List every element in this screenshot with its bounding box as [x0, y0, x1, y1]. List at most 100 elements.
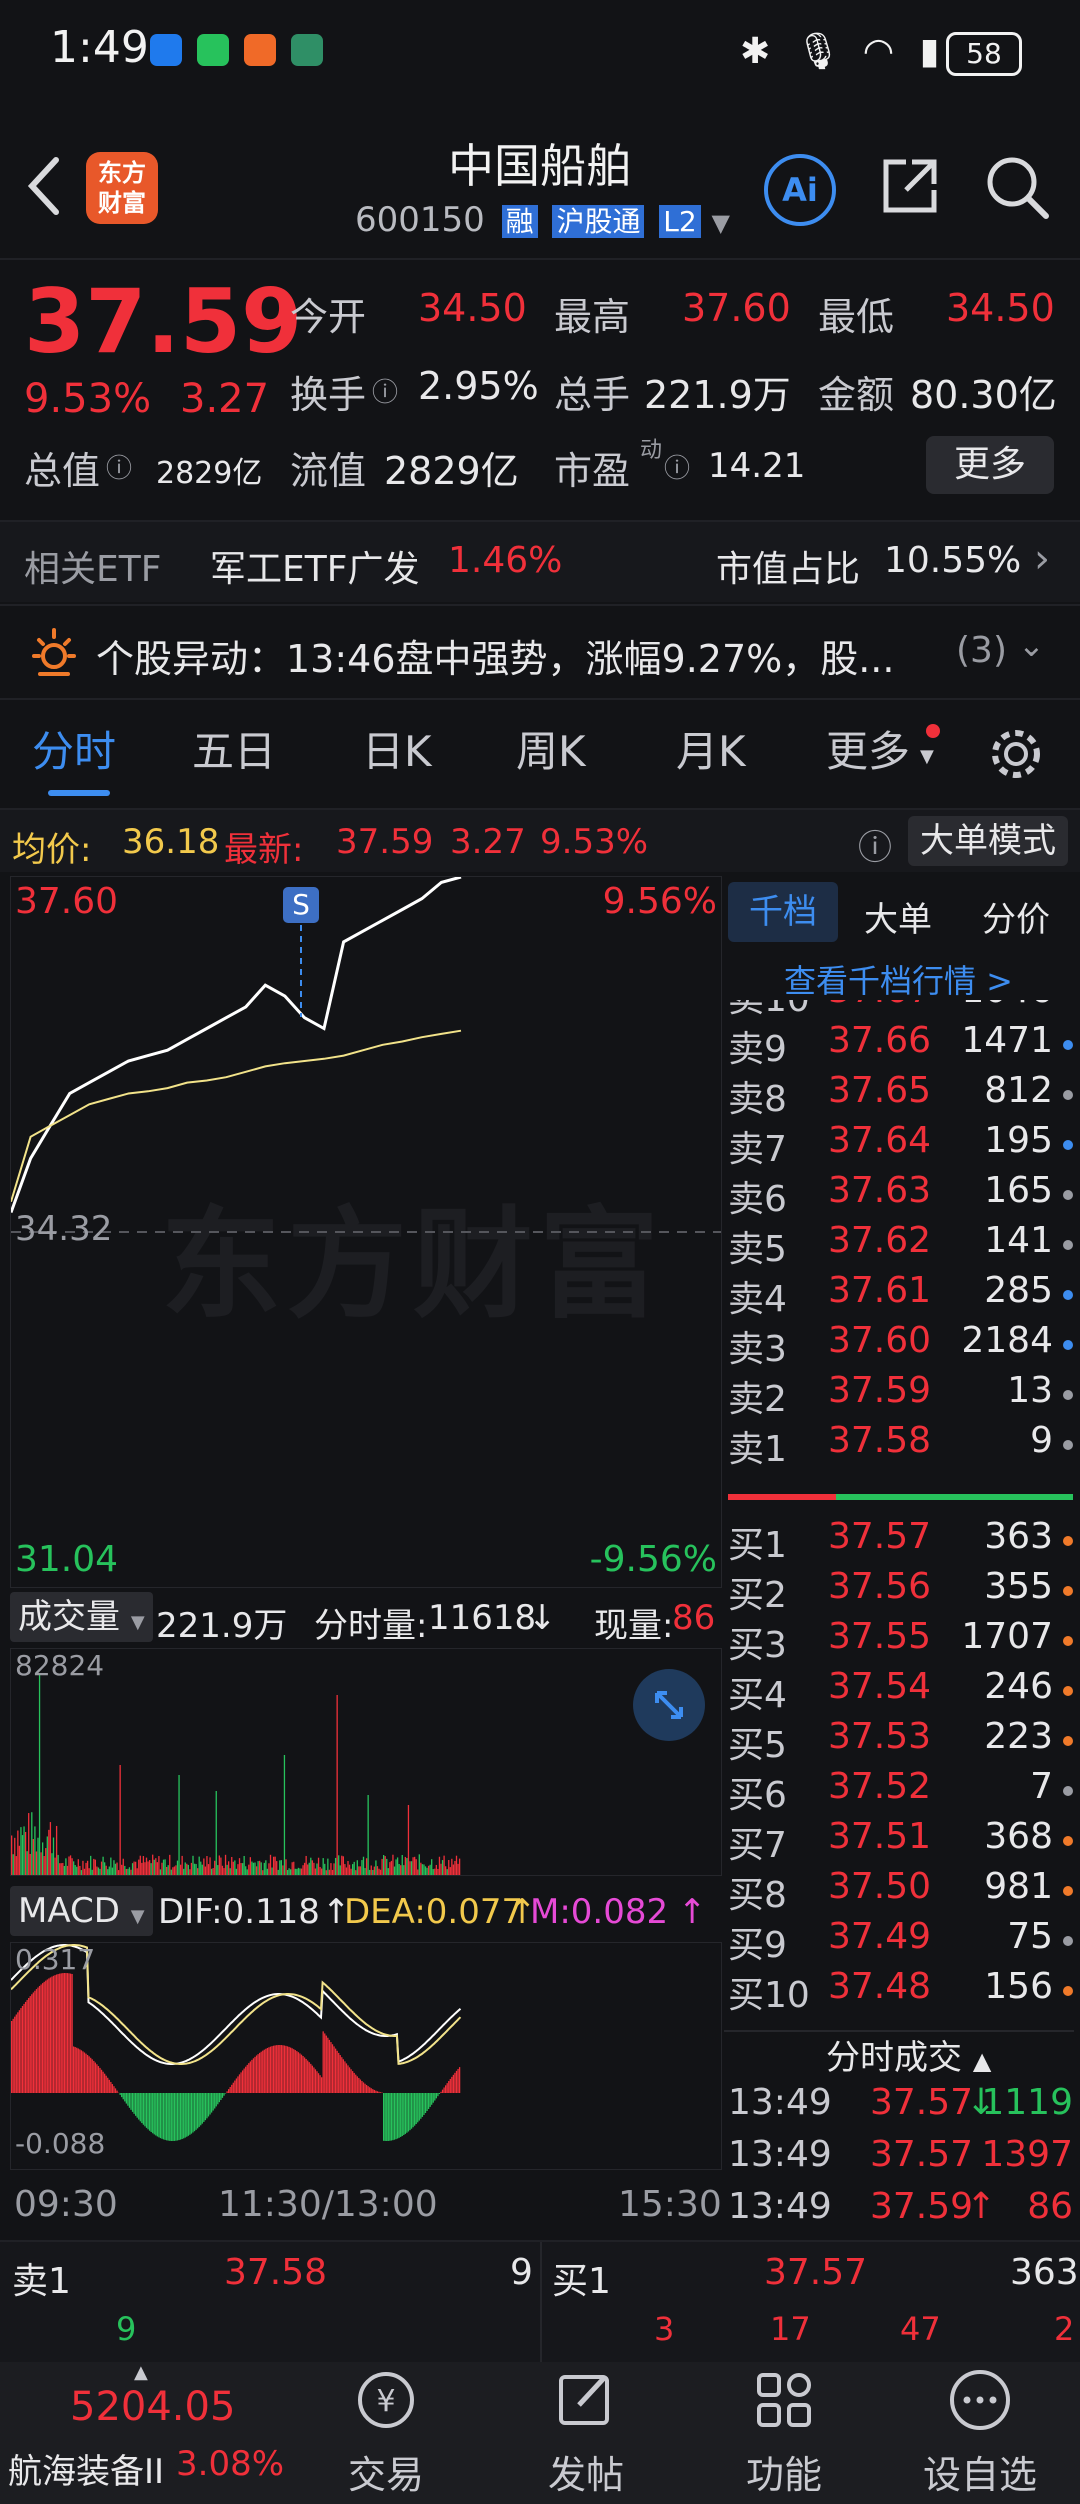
- share-label: 市值占比: [716, 549, 861, 590]
- latest-change: 3.27: [450, 822, 526, 862]
- order-book-row[interactable]: 卖3 37.60 2184: [728, 1320, 1073, 1370]
- nav-watchlist-label: 设自选: [922, 2453, 1037, 2497]
- bottom-quote-bar[interactable]: 卖1 37.58 9 买1 37.57 363 9 3 17 47 2: [0, 2242, 1080, 2362]
- order-book-row[interactable]: 买6 37.52 7: [728, 1766, 1073, 1816]
- search-icon[interactable]: [984, 154, 1050, 220]
- level-label: 卖1: [728, 1429, 787, 1470]
- order-book-row[interactable]: 卖6 37.63 165: [728, 1170, 1073, 1220]
- level-volume: 1707: [961, 1616, 1053, 1657]
- signal-marker[interactable]: S: [283, 887, 319, 923]
- alert-text: 个股异动：13:46盘中强势，涨幅9.27%，股...: [96, 637, 895, 681]
- level-price: 37.54: [828, 1666, 932, 1707]
- info-icon[interactable]: ⓘ: [372, 372, 398, 409]
- order-book-row[interactable]: 卖4 37.61 285: [728, 1270, 1073, 1320]
- order-book-row[interactable]: 买2 37.56 355: [728, 1566, 1073, 1616]
- order-book-row[interactable]: 卖2 37.59 13: [728, 1370, 1073, 1420]
- ai-assistant-button[interactable]: Ai: [764, 154, 836, 226]
- nav-trade[interactable]: ¥ 交易: [286, 2365, 486, 2499]
- nav-post[interactable]: 发帖: [486, 2365, 686, 2499]
- tick-volume: 1397: [981, 2134, 1073, 2175]
- mktcap-value: 2829亿: [156, 456, 263, 491]
- tab-depth[interactable]: 千档: [728, 882, 838, 942]
- macd-bar: [20, 2008, 22, 2093]
- bottom-buy-vol: 363: [1010, 2252, 1079, 2293]
- notification-dot: [926, 724, 940, 738]
- app-notification-icon: [150, 34, 182, 66]
- info-icon[interactable]: ⓘ: [664, 448, 690, 485]
- macd-bar: [21, 2005, 24, 2093]
- avg-value: 36.18: [122, 822, 220, 862]
- tick-price: 37.57: [870, 2082, 974, 2123]
- tab-daily-k[interactable]: 日K: [362, 718, 432, 779]
- tab-monthly-k[interactable]: 月K: [676, 718, 746, 779]
- tab-intraday[interactable]: 分时: [32, 718, 116, 779]
- wifi-icon: ◠: [862, 31, 895, 72]
- tab-more[interactable]: 更多: [826, 718, 910, 779]
- notification-icons: [150, 30, 333, 66]
- system-icons: ✱ 🎙 ◠ ▮: [740, 30, 939, 72]
- level-volume: 9: [1030, 1420, 1053, 1461]
- related-etf-row[interactable]: 相关ETF 军工ETF广发 1.46% 市值占比 10.55% ›: [0, 522, 1080, 602]
- order-book-row[interactable]: 卖1 37.58 9: [728, 1420, 1073, 1470]
- big-order-mode-button[interactable]: 大单模式: [908, 816, 1068, 866]
- share-icon[interactable]: [878, 154, 942, 218]
- level-volume: 1471: [961, 1020, 1053, 1061]
- level-price: 37.49: [828, 1916, 932, 1957]
- nav-functions-label: 功能: [745, 2453, 822, 2497]
- queue-1: 3: [654, 2310, 675, 2348]
- info-icon[interactable]: ⓘ: [106, 448, 132, 485]
- pe-value: 14.21: [708, 446, 806, 486]
- level-volume: 368: [984, 1816, 1053, 1857]
- more-dots-icon: [950, 2370, 1010, 2430]
- help-icon[interactable]: ⓘ: [858, 820, 892, 869]
- order-book-row[interactable]: 买7 37.51 368: [728, 1816, 1073, 1866]
- order-book-row[interactable]: 卖5 37.62 141: [728, 1220, 1073, 1270]
- book-divider: [728, 1494, 1073, 1500]
- order-book-row[interactable]: 买9 37.49 75: [728, 1916, 1073, 1966]
- order-book-row[interactable]: 买8 37.50 981: [728, 1866, 1073, 1916]
- level-price: 37.61: [828, 1270, 932, 1311]
- tab-weekly-k[interactable]: 周K: [516, 718, 586, 779]
- nav-watchlist[interactable]: 设自选: [880, 2365, 1080, 2499]
- level-volume: 1046: [961, 1000, 1053, 1011]
- macd-bar: [17, 2012, 19, 2093]
- view-depth-link[interactable]: 查看千档行情 >: [784, 956, 1013, 1002]
- nav-functions[interactable]: 功能: [684, 2365, 884, 2499]
- level-label: 卖5: [728, 1229, 787, 1270]
- order-book-row[interactable]: 买3 37.55 1707: [728, 1616, 1073, 1666]
- order-book-row[interactable]: 卖8 37.65 812: [728, 1070, 1073, 1120]
- index-ticker[interactable]: ▲ 5204.05 航海装备II 3.08%: [0, 2362, 284, 2504]
- order-book-row[interactable]: 买1 37.57 363: [728, 1516, 1073, 1566]
- level-price: 37.66: [828, 1020, 932, 1061]
- level-price: 37.65: [828, 1070, 932, 1111]
- level-dot: [1063, 1686, 1073, 1696]
- divider: [540, 2242, 542, 2362]
- tab-big-order[interactable]: 大单: [864, 892, 932, 941]
- order-book-row[interactable]: 买10 37.48 156: [728, 1966, 1073, 2016]
- ticks-title[interactable]: 分时成交 ▲: [826, 2030, 991, 2079]
- level-label: 卖8: [728, 1079, 787, 1120]
- dropdown-icon[interactable]: ▼: [712, 209, 730, 237]
- low-value: 34.50: [946, 286, 1055, 330]
- more-button[interactable]: 更多: [926, 436, 1054, 494]
- order-book-row[interactable]: 卖10 37.67 1046: [728, 1000, 1073, 1020]
- tick-volume: 1119: [981, 2082, 1073, 2123]
- order-book-row[interactable]: 买4 37.54 246: [728, 1666, 1073, 1716]
- mktcap-label: 总值: [24, 449, 101, 493]
- index-pct: 3.08%: [176, 2444, 285, 2484]
- order-book-row[interactable]: 卖7 37.64 195: [728, 1120, 1073, 1170]
- change-value: 3.27: [180, 376, 270, 422]
- level-volume: 981: [984, 1866, 1053, 1907]
- order-book-row[interactable]: 买5 37.53 223: [728, 1716, 1073, 1766]
- open-value: 34.50: [418, 286, 527, 330]
- gear-icon[interactable]: [988, 726, 1044, 782]
- level-dot: [1063, 1736, 1073, 1746]
- queue-left: 9: [116, 2310, 137, 2348]
- stock-alert-row[interactable]: 个股异动：13:46盘中强势，涨幅9.27%，股... (3) ⌄: [0, 606, 1080, 696]
- tab-five-day[interactable]: 五日: [192, 718, 276, 779]
- order-book-row[interactable]: 卖9 37.66 1471: [728, 1020, 1073, 1070]
- status-time: 1:49: [50, 22, 149, 73]
- etf-label: 相关ETF: [24, 549, 162, 590]
- float-label: 流值: [290, 449, 367, 493]
- tab-price-dist[interactable]: 分价: [982, 892, 1050, 941]
